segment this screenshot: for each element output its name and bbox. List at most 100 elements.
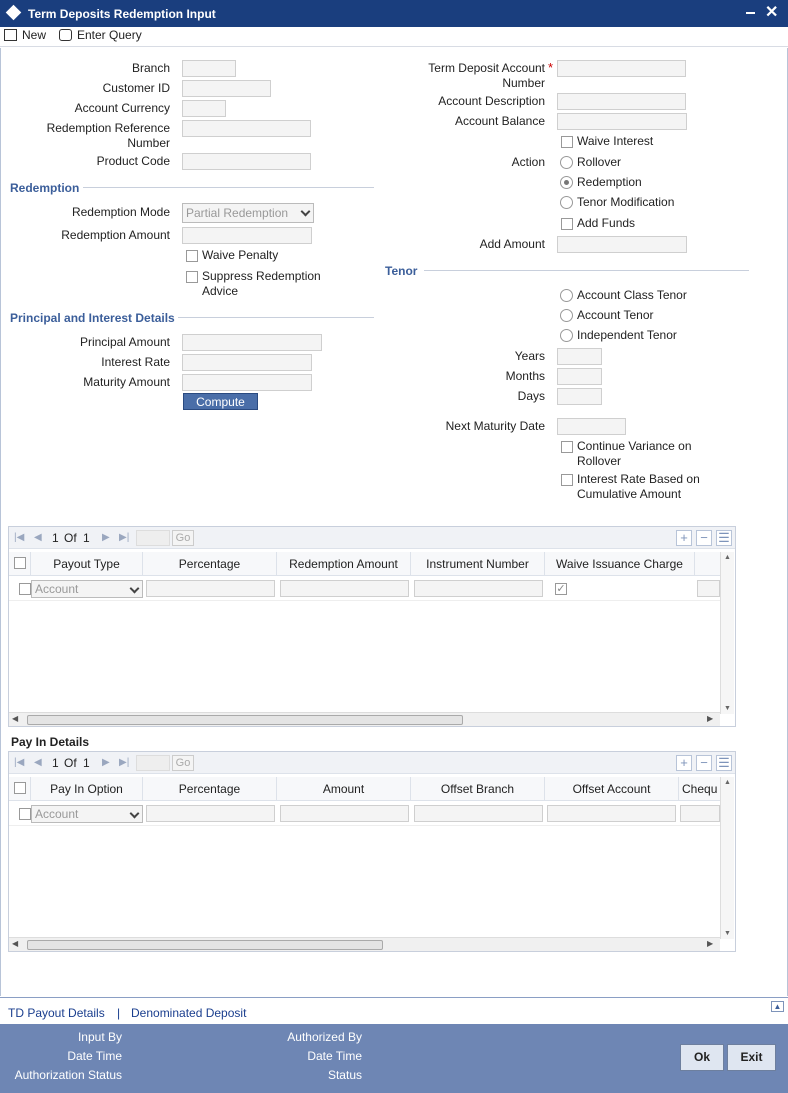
collapse-up-icon[interactable]: ▲ [771, 1001, 784, 1012]
account-balance-input[interactable] [557, 113, 687, 130]
action-rollover-radio[interactable] [560, 156, 573, 169]
payout-go-button[interactable]: Go [172, 530, 194, 546]
continue-variance-checkbox[interactable] [561, 441, 573, 453]
redemption-reference-input[interactable] [182, 120, 311, 137]
payout-scroll-thumb[interactable] [27, 715, 463, 725]
minimize-icon[interactable] [746, 12, 755, 14]
payout-horizontal-scrollbar[interactable]: ◀ ▶ [9, 712, 720, 726]
single-view-icon[interactable]: ☰ [716, 755, 732, 771]
years-input[interactable] [557, 348, 602, 365]
next-page-icon[interactable]: ▶ [102, 532, 110, 543]
cheque-cell-input[interactable] [680, 805, 720, 822]
account-description-input[interactable] [557, 93, 686, 110]
exit-button[interactable]: Exit [727, 1044, 776, 1071]
scroll-left-icon[interactable]: ◀ [12, 939, 18, 948]
pay-in-option-select[interactable]: Account [31, 805, 143, 823]
account-tenor-radio[interactable] [560, 309, 573, 322]
months-input[interactable] [557, 368, 602, 385]
payin-go-button[interactable]: Go [172, 755, 194, 771]
product-code-input[interactable] [182, 153, 311, 170]
scroll-down-icon[interactable]: ▼ [724, 705, 731, 712]
scroll-right-icon[interactable]: ▶ [707, 714, 713, 723]
next-maturity-date-input[interactable] [557, 418, 626, 435]
payout-type-select[interactable]: Account [31, 580, 143, 598]
independent-tenor-radio[interactable] [560, 329, 573, 342]
maturity-amount-input[interactable] [182, 374, 312, 391]
waive-penalty-checkbox[interactable] [186, 250, 198, 262]
prev-page-icon[interactable]: ◀ [34, 532, 42, 543]
waive-issuance-checkbox[interactable]: ✓ [555, 583, 567, 595]
add-row-icon[interactable]: + [676, 530, 692, 546]
action-tenor-modification-radio[interactable] [560, 196, 573, 209]
table-row[interactable]: Account [9, 802, 720, 826]
table-row[interactable]: Account ✓ [9, 577, 720, 601]
next-page-icon[interactable]: ▶ [102, 757, 110, 768]
overflow-cell-input[interactable] [697, 580, 720, 597]
scroll-up-icon[interactable]: ▲ [724, 554, 731, 561]
customer-id-input[interactable] [182, 80, 271, 97]
col-payout-type[interactable]: Payout Type [31, 552, 143, 576]
instrument-number-cell-input[interactable] [414, 580, 543, 597]
delete-row-icon[interactable]: − [696, 755, 712, 771]
col-redemption-amount[interactable]: Redemption Amount [277, 552, 411, 576]
scroll-down-icon[interactable]: ▼ [724, 930, 731, 937]
delete-row-icon[interactable]: − [696, 530, 712, 546]
select-all-checkbox[interactable] [14, 782, 26, 794]
payin-page-input[interactable] [136, 755, 170, 771]
percentage-cell-input[interactable] [146, 805, 275, 822]
prev-page-icon[interactable]: ◀ [34, 757, 42, 768]
td-payout-details-link[interactable]: TD Payout Details [8, 1006, 105, 1020]
first-page-icon[interactable]: |◀ [14, 532, 24, 543]
col-waive-issuance-charge[interactable]: Waive Issuance Charge [545, 552, 695, 576]
select-all-checkbox[interactable] [14, 557, 26, 569]
row-select-checkbox[interactable] [19, 583, 31, 595]
denominated-deposit-link[interactable]: Denominated Deposit [131, 1006, 246, 1020]
col-instrument-number[interactable]: Instrument Number [411, 552, 545, 576]
col-percentage[interactable]: Percentage [143, 777, 277, 801]
compute-button[interactable]: Compute [183, 393, 258, 410]
pay-in-vertical-scrollbar[interactable]: ▲ ▼ [720, 777, 734, 939]
ok-button[interactable]: Ok [680, 1044, 724, 1071]
action-redemption-radio[interactable] [560, 176, 573, 189]
last-page-icon[interactable]: ▶| [119, 757, 129, 768]
principal-amount-input[interactable] [182, 334, 322, 351]
col-amount[interactable]: Amount [277, 777, 411, 801]
last-page-icon[interactable]: ▶| [119, 532, 129, 543]
td-account-input[interactable] [557, 60, 686, 77]
days-input[interactable] [557, 388, 602, 405]
scroll-left-icon[interactable]: ◀ [12, 714, 18, 723]
first-page-icon[interactable]: |◀ [14, 757, 24, 768]
new-button[interactable]: New [4, 28, 46, 42]
waive-interest-checkbox[interactable] [561, 136, 573, 148]
payout-page-input[interactable] [136, 530, 170, 546]
amount-cell-input[interactable] [280, 805, 409, 822]
col-percentage[interactable]: Percentage [143, 552, 277, 576]
interest-rate-cumulative-checkbox[interactable] [561, 474, 573, 486]
account-currency-input[interactable] [182, 100, 226, 117]
add-funds-checkbox[interactable] [561, 218, 573, 230]
pay-in-horizontal-scrollbar[interactable]: ◀ ▶ [9, 937, 720, 951]
redemption-mode-select[interactable]: Partial Redemption [182, 203, 314, 223]
redemption-amount-cell-input[interactable] [280, 580, 409, 597]
add-row-icon[interactable]: + [676, 755, 692, 771]
add-amount-input[interactable] [557, 236, 687, 253]
col-offset-branch[interactable]: Offset Branch [411, 777, 545, 801]
interest-rate-input[interactable] [182, 354, 312, 371]
payout-vertical-scrollbar[interactable]: ▲ ▼ [720, 552, 734, 714]
close-icon[interactable]: ✕ [765, 2, 778, 22]
branch-input[interactable] [182, 60, 236, 77]
redemption-amount-input[interactable] [182, 227, 312, 244]
col-cheque[interactable]: Chequ [679, 777, 720, 801]
col-offset-account[interactable]: Offset Account [545, 777, 679, 801]
scroll-right-icon[interactable]: ▶ [707, 939, 713, 948]
col-pay-in-option[interactable]: Pay In Option [31, 777, 143, 801]
suppress-advice-checkbox[interactable] [186, 271, 198, 283]
single-view-icon[interactable]: ☰ [716, 530, 732, 546]
offset-branch-cell-input[interactable] [414, 805, 543, 822]
offset-account-cell-input[interactable] [547, 805, 676, 822]
scroll-up-icon[interactable]: ▲ [724, 779, 731, 786]
percentage-cell-input[interactable] [146, 580, 275, 597]
row-select-checkbox[interactable] [19, 808, 31, 820]
enter-query-button[interactable]: Enter Query [59, 28, 142, 42]
account-class-tenor-radio[interactable] [560, 289, 573, 302]
